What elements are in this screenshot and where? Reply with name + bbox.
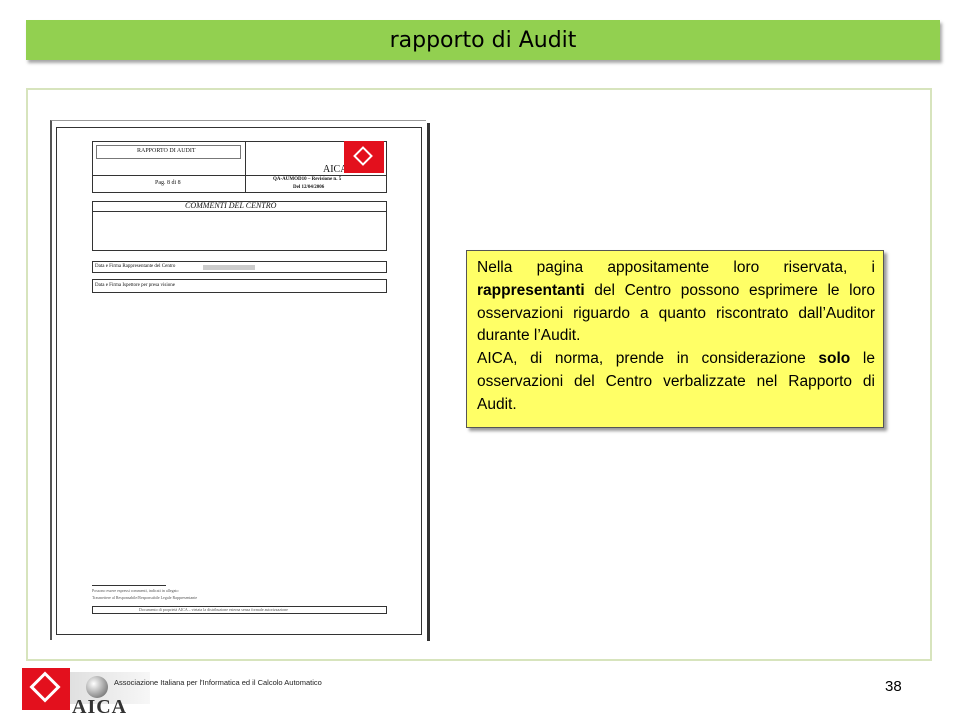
document-preview: RAPPORTO DI AUDIT AICA Pag. 8 di 8 QA-AU…: [50, 120, 430, 641]
doc-aica-logo: [344, 141, 384, 173]
footer-logo: AICA Associazione Italiana per l'Informa…: [22, 662, 332, 718]
footer-brand: AICA: [72, 696, 128, 718]
doc-row-2-text: Data e Firma Ispettore per presa visione: [95, 283, 175, 288]
callout-paragraph-1: Nella pagina appositamente loro riservat…: [477, 259, 875, 345]
doc-title-text: RAPPORTO DI AUDIT: [137, 148, 196, 154]
footer-association: Associazione Italiana per l'Informatica …: [114, 678, 322, 687]
doc-code: QA-AUMOD10 – Revisione n. 5: [273, 177, 342, 182]
globe-icon: [86, 676, 108, 698]
title-bar: rapporto di Audit: [26, 20, 940, 60]
doc-page-cell: Pag. 8 di 8: [155, 180, 181, 186]
aica-logo-icon: [22, 668, 70, 710]
doc-row-1: Data e Firma Rappresentante del Centro: [92, 261, 387, 273]
doc-footnote-1: Possono essere espressi commenti, indica…: [92, 588, 179, 593]
doc-row-2: Data e Firma Ispettore per presa visione: [92, 279, 387, 293]
doc-footer-box: Documento di proprietà AICA – vietata la…: [92, 606, 387, 614]
doc-footer-text: Documento di proprietà AICA – vietata la…: [139, 607, 288, 612]
doc-comments-box: COMMENTI DEL CENTRO: [92, 201, 387, 251]
callout-paragraph-2: AICA, di norma, prende in considerazione…: [477, 350, 875, 413]
doc-header-table: RAPPORTO DI AUDIT AICA Pag. 8 di 8 QA-AU…: [92, 141, 387, 193]
page-number: 38: [885, 678, 902, 695]
doc-date: Del 12/04/2006: [293, 185, 325, 190]
slide-title: rapporto di Audit: [389, 27, 577, 53]
doc-footnote-2: Trasmettere al Responsabile/Responsabile…: [92, 595, 198, 600]
doc-row-1-text: Data e Firma Rappresentante del Centro: [95, 264, 176, 269]
doc-title-cell: RAPPORTO DI AUDIT: [96, 145, 241, 159]
doc-section-title: COMMENTI DEL CENTRO: [185, 201, 277, 210]
callout-note: Nella pagina appositamente loro riservat…: [466, 250, 884, 428]
page-shadow: [427, 123, 430, 641]
